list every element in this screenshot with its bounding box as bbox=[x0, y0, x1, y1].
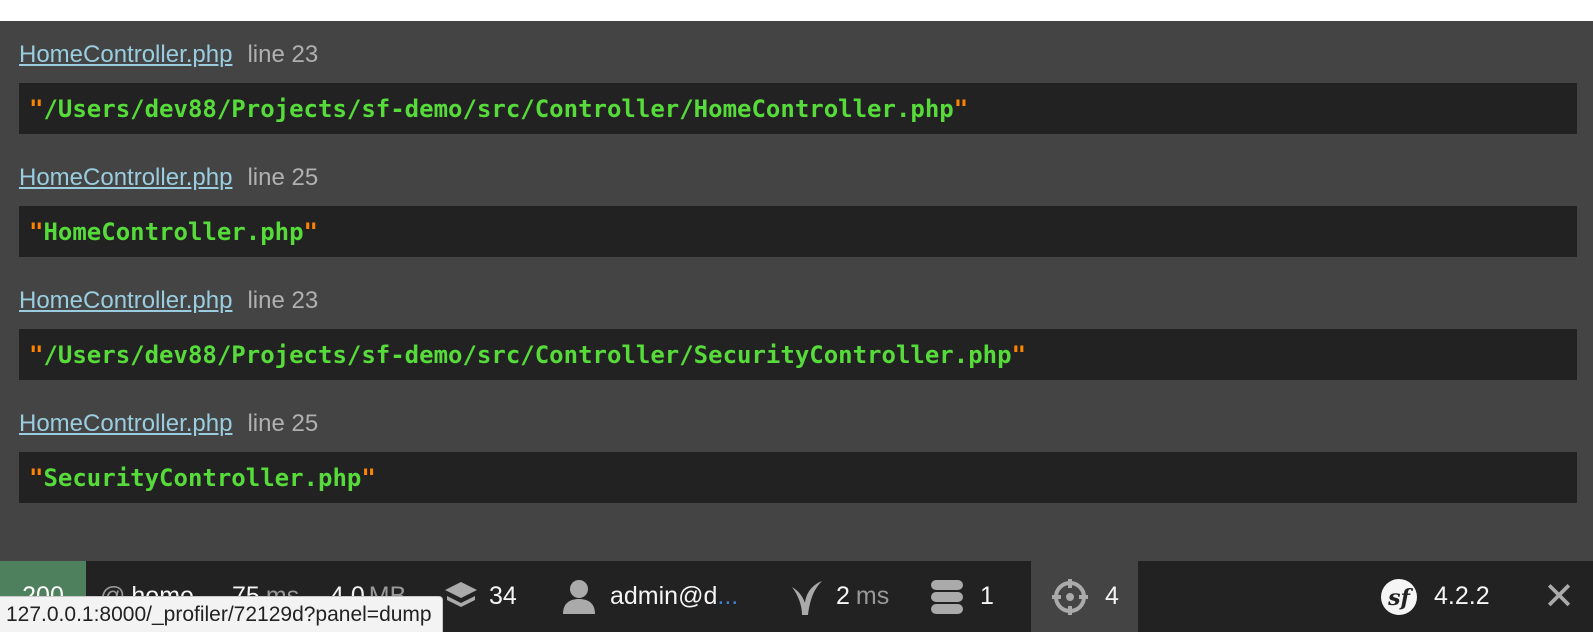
dump-entry: HomeController.php line 25 " HomeControll… bbox=[19, 163, 1577, 257]
dump-value: "/Users/dev88/Projects/sf-demo/src/Contr… bbox=[19, 83, 1577, 134]
status-bar-url: 127.0.0.1:8000/_profiler/72129d?panel=du… bbox=[0, 596, 443, 632]
symfony-version: 4.2.2 bbox=[1434, 582, 1490, 610]
dump-meta: HomeController.php line 25 bbox=[19, 409, 1577, 439]
user-icon bbox=[563, 579, 595, 614]
symfony-version-panel[interactable]: sf 4.2.2 bbox=[1380, 561, 1490, 632]
line-label: line 25 bbox=[247, 410, 319, 437]
user-name: admin@d bbox=[610, 582, 718, 610]
quote-open: " bbox=[29, 340, 44, 369]
svg-text:sf: sf bbox=[1387, 585, 1413, 611]
file-link[interactable]: HomeController.php bbox=[19, 287, 232, 315]
dump-string: /Users/dev88/Projects/sf-demo/src/Contro… bbox=[43, 94, 954, 123]
twig-count: 34 bbox=[489, 582, 517, 610]
quote-open: " bbox=[29, 463, 44, 492]
database-panel[interactable]: 1 bbox=[930, 561, 994, 632]
status-bar-url-text: 127.0.0.1:8000/_profiler/72129d?panel=du… bbox=[6, 602, 432, 626]
quote-close: " bbox=[361, 463, 376, 492]
dump-value: "/Users/dev88/Projects/sf-demo/src/Contr… bbox=[19, 329, 1577, 380]
dump-meta: HomeController.php line 23 bbox=[19, 40, 1577, 70]
dump-meta: HomeController.php line 25 bbox=[19, 163, 1577, 193]
dump-meta: HomeController.php line 23 bbox=[19, 286, 1577, 316]
quote-open: " bbox=[29, 94, 44, 123]
top-strip bbox=[0, 0, 1593, 21]
dump-panel: HomeController.php line 23 "/Users/dev88… bbox=[0, 21, 1593, 561]
dump-string: /Users/dev88/Projects/sf-demo/src/Contro… bbox=[43, 340, 1012, 369]
security-panel[interactable]: 4 bbox=[1031, 561, 1138, 632]
ajax-value: 2 bbox=[836, 582, 850, 610]
twig-panel[interactable]: 34 bbox=[443, 561, 517, 632]
line-label: line 23 bbox=[247, 287, 319, 314]
database-icon bbox=[931, 579, 963, 614]
database-count: 1 bbox=[980, 582, 994, 610]
dump-entry: HomeController.php line 25 " SecurityCont… bbox=[19, 409, 1577, 503]
ajax-panel[interactable]: 2 ms bbox=[790, 561, 889, 632]
line-label: line 25 bbox=[247, 164, 319, 191]
dump-entry: HomeController.php line 23 "/Users/dev88… bbox=[19, 286, 1577, 380]
user-panel[interactable]: admin@d... bbox=[562, 561, 738, 632]
file-link[interactable]: HomeController.php bbox=[19, 410, 232, 438]
quote-close: " bbox=[953, 94, 969, 123]
security-count: 4 bbox=[1105, 582, 1119, 610]
file-link[interactable]: HomeController.php bbox=[19, 41, 232, 69]
line-label: line 23 bbox=[247, 41, 319, 68]
dump-value: " HomeController.php " bbox=[19, 206, 1577, 257]
security-icon bbox=[1052, 578, 1088, 615]
twig-icon bbox=[445, 581, 477, 607]
quote-close: " bbox=[303, 217, 318, 246]
user-ellipsis: ... bbox=[717, 582, 739, 610]
close-icon: ✕ bbox=[1543, 576, 1575, 618]
file-link[interactable]: HomeController.php bbox=[19, 164, 232, 192]
dump-value: " SecurityController.php " bbox=[19, 452, 1577, 503]
dump-string: SecurityController.php bbox=[43, 463, 362, 492]
dump-string: HomeController.php bbox=[43, 217, 304, 246]
dump-entry: HomeController.php line 23 "/Users/dev88… bbox=[19, 40, 1577, 134]
quote-open: " bbox=[29, 217, 44, 246]
quote-close: " bbox=[1011, 340, 1027, 369]
symfony-logo-icon: sf bbox=[1381, 578, 1417, 615]
ajax-unit: ms bbox=[855, 582, 890, 610]
close-toolbar-button[interactable]: ✕ bbox=[1525, 561, 1593, 632]
ajax-icon bbox=[792, 580, 822, 615]
